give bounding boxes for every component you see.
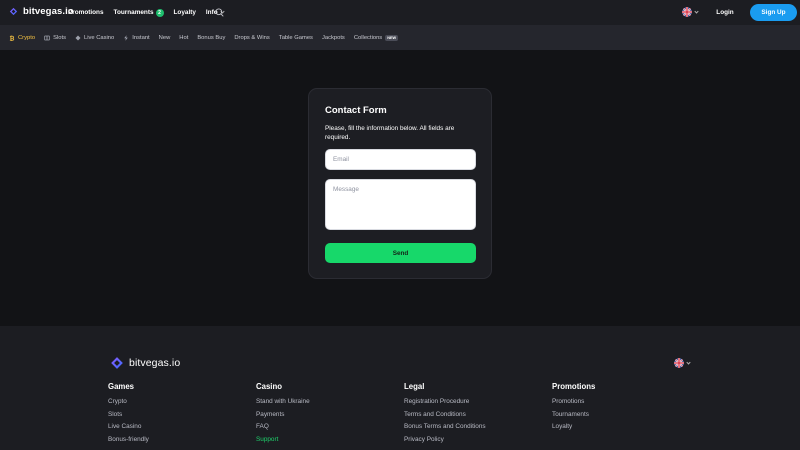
- footer-link[interactable]: Stand with Ukraine: [256, 398, 310, 406]
- top-nav: Promotions Tournaments 2 Loyalty Info: [68, 0, 234, 25]
- category-label: Hot: [179, 34, 189, 41]
- top-header: bitvegas.io Promotions Tournaments 2 Loy…: [0, 0, 800, 25]
- category-label: Jackpots: [321, 34, 345, 41]
- category-hot[interactable]: Hot: [179, 35, 188, 41]
- footer-link[interactable]: Slots: [108, 411, 149, 419]
- footer-link[interactable]: Bonus Terms and Conditions: [404, 423, 486, 431]
- category-label: Drops & Wins: [234, 34, 270, 41]
- footer-brand-logo[interactable]: bitvegas.io: [110, 356, 180, 370]
- footer-link[interactable]: Promotions: [552, 398, 595, 406]
- footer-link[interactable]: Payments: [256, 411, 310, 419]
- signup-button[interactable]: Sign Up: [750, 4, 797, 21]
- email-field[interactable]: Email: [325, 149, 476, 170]
- footer-language-selector[interactable]: [674, 358, 691, 368]
- bitcoin-icon: ₿: [10, 35, 15, 41]
- new-tag-badge: NEW: [385, 34, 399, 41]
- category-label: Slots: [53, 34, 66, 41]
- footer-link[interactable]: Loyalty: [552, 423, 595, 431]
- uk-flag-icon: [682, 7, 692, 17]
- category-bonus-buy[interactable]: Bonus Buy: [197, 35, 225, 41]
- login-button[interactable]: Login: [711, 5, 739, 20]
- category-slots[interactable]: Slots: [44, 35, 66, 41]
- svg-text:₿: ₿: [10, 35, 15, 41]
- footer-column-title: Legal: [404, 382, 425, 391]
- category-label: Table Games: [278, 34, 313, 41]
- footer-link[interactable]: Registration Procedure: [404, 398, 486, 406]
- message-field[interactable]: Message: [325, 179, 476, 230]
- category-drops-wins[interactable]: Drops & Wins: [234, 35, 269, 41]
- chevron-down-icon: [686, 359, 691, 365]
- nav-loyalty[interactable]: Loyalty: [174, 9, 196, 16]
- footer-link[interactable]: Bonus-friendly: [108, 436, 149, 444]
- footer-link[interactable]: Privacy Policy: [404, 436, 486, 444]
- category-crypto[interactable]: ₿ Crypto: [9, 34, 36, 41]
- footer: bitvegas.io Games Crypto Slots Live Casi…: [0, 326, 800, 450]
- lightning-icon: [124, 34, 129, 41]
- footer-link[interactable]: FAQ: [256, 423, 310, 431]
- category-bar: ₿ Crypto Slots Live Casino Instant New H…: [0, 25, 800, 50]
- footer-link-support[interactable]: Support: [256, 436, 310, 444]
- logo-icon: [111, 357, 123, 369]
- category-live-casino[interactable]: Live Casino: [75, 35, 114, 41]
- footer-link[interactable]: Live Casino: [108, 423, 149, 431]
- logo-icon: [9, 7, 18, 16]
- footer-link[interactable]: Crypto: [108, 398, 149, 406]
- category-table-games[interactable]: Table Games: [279, 35, 313, 41]
- footer-column-title: Promotions: [552, 382, 596, 391]
- category-label: Collections: [353, 34, 383, 41]
- footer-column-promotions: Promotions Promotions Tournaments Loyalt…: [552, 382, 595, 437]
- form-description: Please, fill the information below. All …: [325, 125, 455, 141]
- category-instant[interactable]: Instant: [123, 34, 150, 41]
- footer-column-title: Games: [108, 382, 135, 391]
- nav-promotions[interactable]: Promotions: [68, 9, 104, 16]
- category-new[interactable]: New: [159, 35, 171, 41]
- category-label: New: [158, 34, 171, 41]
- brand-name: bitvegas.io: [23, 6, 74, 17]
- language-selector[interactable]: [682, 7, 699, 17]
- live-casino-icon: [75, 35, 81, 40]
- form-title: Contact Form: [325, 105, 387, 116]
- tournaments-count-badge: 2: [155, 8, 164, 17]
- nav-tournaments[interactable]: Tournaments 2: [113, 8, 164, 17]
- contact-form-card: Contact Form Please, fill the informatio…: [308, 88, 492, 279]
- footer-link[interactable]: Terms and Conditions: [404, 411, 486, 419]
- chevron-down-icon: [694, 8, 699, 14]
- category-label: Instant: [132, 34, 150, 41]
- uk-flag-icon: [674, 358, 684, 368]
- footer-column-games: Games Crypto Slots Live Casino Bonus-fri…: [108, 382, 149, 449]
- category-label: Bonus Buy: [197, 34, 226, 41]
- search-icon[interactable]: [215, 8, 224, 17]
- category-jackpots[interactable]: Jackpots: [322, 35, 345, 41]
- brand-logo[interactable]: bitvegas.io: [8, 6, 74, 17]
- category-collections[interactable]: Collections NEW: [353, 34, 399, 41]
- footer-brand-name: bitvegas.io: [129, 357, 181, 369]
- slots-icon: [44, 35, 50, 40]
- footer-column-title: Casino: [256, 382, 282, 391]
- footer-column-legal: Legal Registration Procedure Terms and C…: [404, 382, 486, 449]
- category-label: Live Casino: [83, 34, 115, 41]
- footer-column-casino: Casino Stand with Ukraine Payments FAQ S…: [256, 382, 310, 449]
- send-button[interactable]: Send: [325, 243, 476, 263]
- footer-link[interactable]: Tournaments: [552, 411, 595, 419]
- nav-tournaments-label: Tournaments: [113, 9, 154, 16]
- category-label: Crypto: [18, 34, 36, 41]
